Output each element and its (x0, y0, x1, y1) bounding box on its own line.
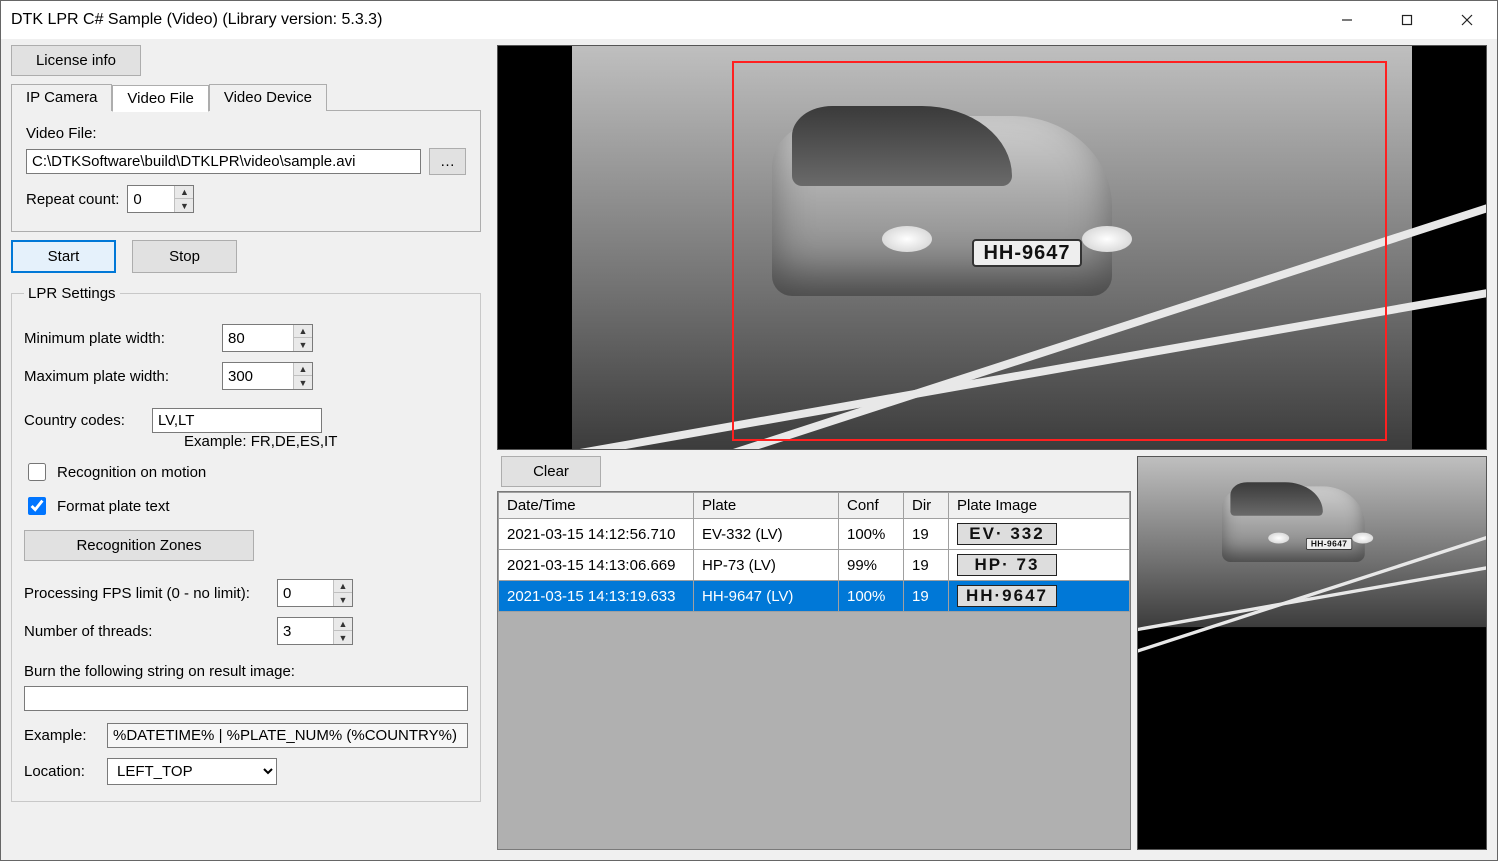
table-row[interactable]: 2021-03-15 14:13:19.633HH-9647 (LV)100%1… (499, 581, 1130, 612)
threads-label: Number of threads: (24, 623, 269, 640)
source-tabs: IP Camera Video File Video Device (11, 84, 481, 111)
video-file-path-input[interactable] (26, 149, 421, 174)
start-button[interactable]: Start (11, 240, 116, 273)
tab-ip-camera[interactable]: IP Camera (11, 84, 112, 111)
burn-string-input[interactable] (24, 686, 468, 711)
spinner-down-icon[interactable]: ▼ (175, 199, 193, 212)
country-codes-example: Example: FR,DE,ES,IT (184, 433, 468, 450)
tab-video-file[interactable]: Video File (112, 85, 208, 112)
plate-image-thumb: HH·9647 (957, 585, 1057, 607)
video-preview: HH-9647 (497, 45, 1487, 450)
video-file-label: Video File: (26, 125, 466, 142)
tab-video-device[interactable]: Video Device (209, 84, 327, 111)
repeat-count-input[interactable]: ▲▼ (127, 185, 194, 213)
browse-button[interactable]: … (429, 148, 466, 175)
table-row[interactable]: 2021-03-15 14:12:56.710EV-332 (LV)100%19… (499, 519, 1130, 550)
min-plate-width-label: Minimum plate width: (24, 330, 214, 347)
minimize-button[interactable] (1317, 1, 1377, 39)
country-codes-label: Country codes: (24, 412, 144, 429)
window-title: DTK LPR C# Sample (Video) (Library versi… (11, 11, 1317, 29)
close-button[interactable] (1437, 1, 1497, 39)
fps-limit-input[interactable]: ▲▼ (277, 579, 353, 607)
lpr-settings-legend: LPR Settings (24, 285, 120, 302)
burn-example-value (107, 723, 468, 748)
burn-location-label: Location: (24, 763, 99, 780)
license-info-button[interactable]: License info (11, 45, 141, 76)
recognition-zones-button[interactable]: Recognition Zones (24, 530, 254, 561)
recognition-on-motion-checkbox[interactable]: Recognition on motion (24, 460, 468, 484)
spinner-up-icon[interactable]: ▲ (175, 186, 193, 199)
max-plate-width-label: Maximum plate width: (24, 368, 214, 385)
video-file-panel: Video File: … Repeat count: ▲▼ (11, 110, 481, 232)
stop-button[interactable]: Stop (132, 240, 237, 273)
format-plate-text-checkbox[interactable]: Format plate text (24, 494, 468, 518)
plate-image-thumb: HP· 73 (957, 554, 1057, 576)
maximize-button[interactable] (1377, 1, 1437, 39)
fps-limit-label: Processing FPS limit (0 - no limit): (24, 585, 269, 602)
burn-example-label: Example: (24, 727, 99, 744)
burn-location-select[interactable]: LEFT_TOP (107, 758, 277, 785)
table-header-row: Date/Time Plate Conf Dir Plate Image (499, 493, 1130, 519)
max-plate-width-input[interactable]: ▲▼ (222, 362, 313, 390)
lpr-settings-group: LPR Settings Minimum plate width: ▲▼ Max… (11, 285, 481, 802)
repeat-count-label: Repeat count: (26, 191, 119, 208)
results-table: Date/Time Plate Conf Dir Plate Image 202… (498, 492, 1130, 612)
app-window: DTK LPR C# Sample (Video) (Library versi… (0, 0, 1498, 861)
result-thumbnail: HH-9647 (1137, 456, 1487, 850)
plate-image-thumb: EV· 332 (957, 523, 1057, 545)
min-plate-width-input[interactable]: ▲▼ (222, 324, 313, 352)
threads-input[interactable]: ▲▼ (277, 617, 353, 645)
country-codes-input[interactable] (152, 408, 322, 433)
roi-rectangle (732, 61, 1387, 441)
burn-string-label: Burn the following string on result imag… (24, 663, 468, 680)
clear-button[interactable]: Clear (501, 456, 601, 487)
table-row[interactable]: 2021-03-15 14:13:06.669HP-73 (LV)99%19HP… (499, 550, 1130, 581)
titlebar: DTK LPR C# Sample (Video) (Library versi… (1, 1, 1497, 39)
